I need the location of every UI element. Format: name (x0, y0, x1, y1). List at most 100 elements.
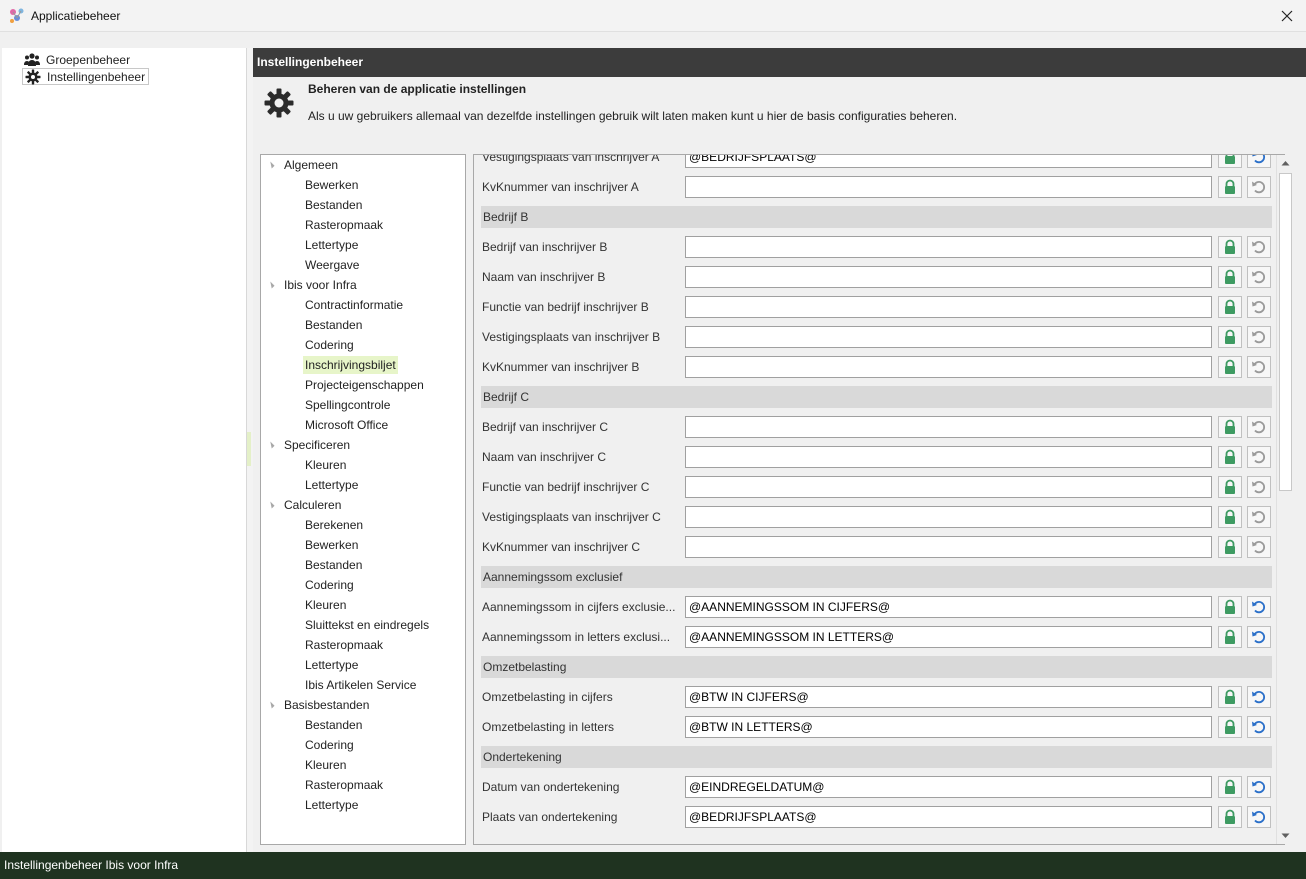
tree-item[interactable]: Weergave (303, 256, 361, 274)
reset-button[interactable] (1247, 236, 1271, 258)
reset-button[interactable] (1247, 806, 1271, 828)
tree-item[interactable]: Ibis Artikelen Service (303, 676, 418, 694)
setting-input[interactable] (685, 686, 1212, 708)
setting-input[interactable] (685, 446, 1212, 468)
reset-button[interactable] (1247, 536, 1271, 558)
reset-button[interactable] (1247, 176, 1271, 198)
tree-item[interactable]: Codering (303, 576, 356, 594)
tree-category[interactable]: Basisbestanden (284, 696, 369, 714)
scroll-up-button[interactable] (1277, 155, 1293, 171)
nav-item-groepenbeheer[interactable]: Groepenbeheer (22, 51, 133, 68)
reset-button[interactable] (1247, 446, 1271, 468)
scroll-down-button[interactable] (1277, 828, 1293, 844)
lock-button[interactable] (1218, 266, 1242, 288)
tree-category[interactable]: Ibis voor Infra (284, 276, 357, 294)
tree-expand-icon[interactable] (267, 161, 275, 169)
tree-item[interactable]: Microsoft Office (303, 416, 390, 434)
tree-item[interactable]: Bestanden (303, 316, 364, 334)
lock-button[interactable] (1218, 155, 1242, 168)
tree-item[interactable]: Bewerken (303, 176, 360, 194)
lock-button[interactable] (1218, 626, 1242, 648)
tree-item[interactable]: Codering (303, 336, 356, 354)
lock-button[interactable] (1218, 416, 1242, 438)
reset-button[interactable] (1247, 266, 1271, 288)
reset-button[interactable] (1247, 326, 1271, 348)
setting-input[interactable] (685, 806, 1212, 828)
lock-button[interactable] (1218, 176, 1242, 198)
tree-category[interactable]: Specificeren (284, 436, 350, 454)
tree-item[interactable]: Spellingcontrole (303, 396, 392, 414)
setting-input[interactable] (685, 155, 1212, 168)
tree-item[interactable]: Kleuren (303, 456, 348, 474)
setting-input[interactable] (685, 476, 1212, 498)
lock-icon (1225, 239, 1235, 254)
setting-input[interactable] (685, 506, 1212, 528)
lock-button[interactable] (1218, 806, 1242, 828)
tree-item[interactable]: Lettertype (303, 656, 360, 674)
setting-input[interactable] (685, 326, 1212, 348)
setting-input[interactable] (685, 176, 1212, 198)
lock-button[interactable] (1218, 476, 1242, 498)
tree-expand-icon[interactable] (267, 701, 275, 709)
tree-item[interactable]: Bestanden (303, 716, 364, 734)
setting-input[interactable] (685, 296, 1212, 318)
tree-item[interactable]: Kleuren (303, 596, 348, 614)
tree-item[interactable]: Bewerken (303, 536, 360, 554)
tree-item[interactable]: Sluittekst en eindregels (303, 616, 431, 634)
setting-input[interactable] (685, 266, 1212, 288)
tree-item[interactable]: Lettertype (303, 796, 360, 814)
setting-input[interactable] (685, 416, 1212, 438)
lock-button[interactable] (1218, 506, 1242, 528)
reset-button[interactable] (1247, 626, 1271, 648)
setting-input[interactable] (685, 626, 1212, 648)
tree-item[interactable]: Bestanden (303, 196, 364, 214)
lock-button[interactable] (1218, 596, 1242, 618)
reset-button[interactable] (1247, 686, 1271, 708)
tree-expand-icon[interactable] (267, 441, 275, 449)
tree-item[interactable]: Inschrijvingsbiljet (303, 356, 398, 374)
tree-item[interactable]: Bestanden (303, 556, 364, 574)
reset-button[interactable] (1247, 506, 1271, 528)
tree-item[interactable]: Rasteropmaak (303, 216, 385, 234)
lock-button[interactable] (1218, 686, 1242, 708)
lock-button[interactable] (1218, 296, 1242, 318)
lock-button[interactable] (1218, 236, 1242, 258)
setting-input[interactable] (685, 236, 1212, 258)
reset-button[interactable] (1247, 416, 1271, 438)
setting-input[interactable] (685, 776, 1212, 798)
tree-category[interactable]: Calculeren (284, 496, 341, 514)
tree-item[interactable]: Rasteropmaak (303, 636, 385, 654)
tree-item[interactable]: Lettertype (303, 476, 360, 494)
lock-button[interactable] (1218, 326, 1242, 348)
tree-item[interactable]: Kleuren (303, 756, 348, 774)
nav-item-instellingenbeheer[interactable]: Instellingenbeheer (22, 68, 150, 85)
lock-button[interactable] (1218, 716, 1242, 738)
scroll-thumb[interactable] (1279, 173, 1292, 491)
tree-category[interactable]: Algemeen (284, 156, 338, 174)
tree-item[interactable]: Berekenen (303, 516, 365, 534)
lock-button[interactable] (1218, 536, 1242, 558)
reset-button[interactable] (1247, 296, 1271, 318)
settings-scrollbar[interactable] (1276, 155, 1293, 844)
reset-button[interactable] (1247, 476, 1271, 498)
lock-button[interactable] (1218, 356, 1242, 378)
tree-expand-icon[interactable] (267, 281, 275, 289)
reset-button[interactable] (1247, 596, 1271, 618)
tree-item[interactable]: Codering (303, 736, 356, 754)
setting-input[interactable] (685, 716, 1212, 738)
reset-button[interactable] (1247, 155, 1271, 168)
tree-expand-icon[interactable] (267, 501, 275, 509)
lock-button[interactable] (1218, 446, 1242, 468)
tree-item[interactable]: Contractinformatie (303, 296, 405, 314)
tree-item[interactable]: Rasteropmaak (303, 776, 385, 794)
setting-input[interactable] (685, 536, 1212, 558)
reset-button[interactable] (1247, 716, 1271, 738)
setting-input[interactable] (685, 356, 1212, 378)
tree-item[interactable]: Lettertype (303, 236, 360, 254)
close-button[interactable] (1274, 4, 1300, 28)
setting-input[interactable] (685, 596, 1212, 618)
tree-item[interactable]: Projecteigenschappen (303, 376, 426, 394)
lock-button[interactable] (1218, 776, 1242, 798)
reset-button[interactable] (1247, 776, 1271, 798)
reset-button[interactable] (1247, 356, 1271, 378)
